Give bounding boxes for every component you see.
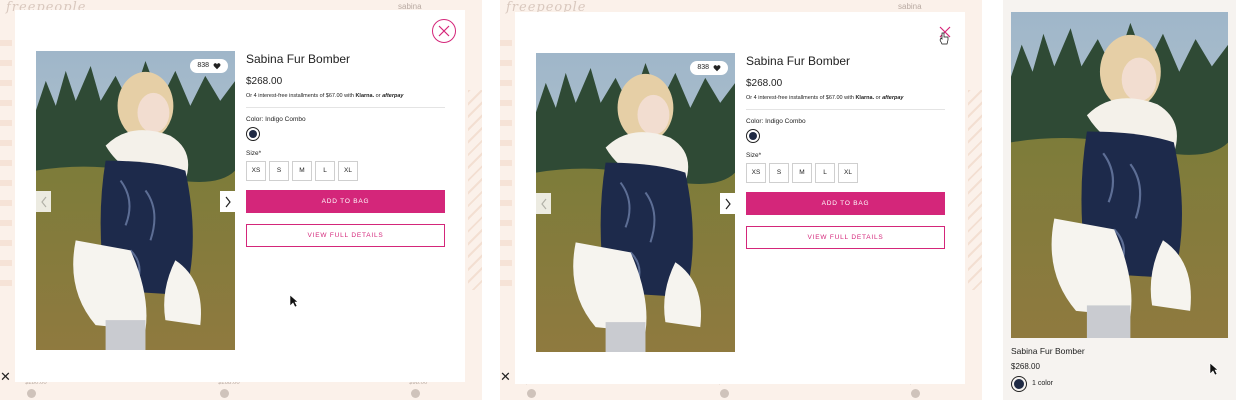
favorite-button[interactable]: 838 [690, 61, 728, 75]
color-label: Color: Indigo Combo [746, 118, 806, 125]
size-option-s[interactable]: S [269, 161, 289, 181]
installments-text: Or 4 interest-free installments of $67.0… [246, 93, 404, 99]
size-options: XS S M L XL [746, 163, 945, 183]
product-card-price: $268.00 [1011, 362, 1040, 371]
chevron-right-icon [725, 198, 731, 209]
color-label: Color: Indigo Combo [246, 116, 306, 123]
quickview-panel-1: freepeople sabina $280.00 $268.00 $98.00… [0, 0, 482, 400]
background-swatch [411, 389, 420, 398]
size-option-s[interactable]: S [769, 163, 789, 183]
background-decoration [968, 90, 982, 290]
background-product-label: sabina [898, 2, 922, 11]
product-card-color-count: 1 color [1032, 380, 1054, 387]
background-decoration [500, 40, 512, 300]
product-card-panel: Sabina Fur Bomber $268.00 1 color [1003, 0, 1236, 400]
product-info: Sabina Fur Bomber $268.00 Or 4 interest-… [246, 50, 445, 247]
size-option-xs[interactable]: XS [246, 161, 266, 181]
background-swatch [27, 389, 36, 398]
product-price: $268.00 [746, 78, 783, 89]
size-option-l[interactable]: L [315, 161, 335, 181]
background-close-icon[interactable]: ✕ [500, 370, 511, 384]
klarna-logo[interactable]: Klarna. [355, 93, 374, 99]
size-option-m[interactable]: M [792, 163, 812, 183]
size-label: Size* [746, 152, 762, 159]
favorite-button[interactable]: 838 [190, 59, 228, 73]
background-decoration [0, 40, 12, 300]
heart-icon [713, 65, 721, 72]
background-close-icon[interactable]: ✕ [0, 370, 11, 384]
previous-image-button[interactable] [536, 193, 551, 214]
product-title[interactable]: Sabina Fur Bomber [746, 54, 945, 68]
divider [746, 109, 945, 110]
mouse-pointer-icon [289, 294, 299, 308]
background-decoration [468, 90, 482, 290]
quickview-modal: 838 Sabina Fur Bomber $268.00 Or 4 inter… [15, 10, 465, 382]
heart-icon [213, 63, 221, 70]
background-swatch [220, 389, 229, 398]
product-price: $268.00 [246, 76, 283, 87]
chevron-left-icon [540, 198, 546, 209]
add-to-bag-button[interactable]: ADD TO BAG [246, 190, 445, 213]
afterpay-logo[interactable]: afterpay [382, 93, 403, 99]
product-card-name[interactable]: Sabina Fur Bomber [1011, 346, 1085, 356]
add-to-bag-button[interactable]: ADD TO BAG [746, 192, 945, 215]
size-options: XS S M L XL [246, 161, 445, 181]
next-image-button[interactable] [220, 191, 235, 212]
divider [246, 107, 445, 108]
size-option-xl[interactable]: XL [838, 163, 858, 183]
size-option-xl[interactable]: XL [338, 161, 358, 181]
size-label: Size* [246, 150, 262, 157]
view-full-details-button[interactable]: VIEW FULL DETAILS [746, 226, 945, 249]
product-info: Sabina Fur Bomber $268.00 Or 4 interest-… [746, 52, 945, 249]
color-swatch-indigo-combo[interactable] [746, 129, 760, 143]
background-swatch [720, 389, 729, 398]
afterpay-logo[interactable]: afterpay [882, 95, 903, 101]
hand-pointer-icon [939, 32, 949, 46]
quickview-modal: 838 Sabina Fur Bomber $268.00 Or 4 inter… [515, 12, 965, 384]
favorites-count: 838 [697, 64, 709, 71]
product-card-image[interactable] [1011, 12, 1228, 338]
product-title[interactable]: Sabina Fur Bomber [246, 52, 445, 66]
background-swatch [911, 389, 920, 398]
klarna-logo[interactable]: Klarna. [855, 95, 874, 101]
close-icon [438, 25, 450, 37]
product-image: 838 [536, 53, 735, 352]
size-option-m[interactable]: M [292, 161, 312, 181]
size-option-l[interactable]: L [815, 163, 835, 183]
product-image: 838 [36, 51, 235, 350]
size-option-xs[interactable]: XS [746, 163, 766, 183]
mouse-pointer-icon [1209, 362, 1219, 376]
view-full-details-button[interactable]: VIEW FULL DETAILS [246, 224, 445, 247]
chevron-right-icon [225, 196, 231, 207]
background-swatch [527, 389, 536, 398]
installments-text: Or 4 interest-free installments of $67.0… [746, 95, 904, 101]
favorites-count: 838 [197, 62, 209, 69]
previous-image-button[interactable] [36, 191, 51, 212]
color-swatch-indigo-combo[interactable] [246, 127, 260, 141]
close-button[interactable] [432, 19, 456, 43]
chevron-left-icon [40, 196, 46, 207]
product-card-swatch[interactable] [1011, 376, 1027, 392]
next-image-button[interactable] [720, 193, 735, 214]
quickview-panel-2: freepeople sabina $280.00 $268.00 $98.00… [500, 0, 982, 400]
